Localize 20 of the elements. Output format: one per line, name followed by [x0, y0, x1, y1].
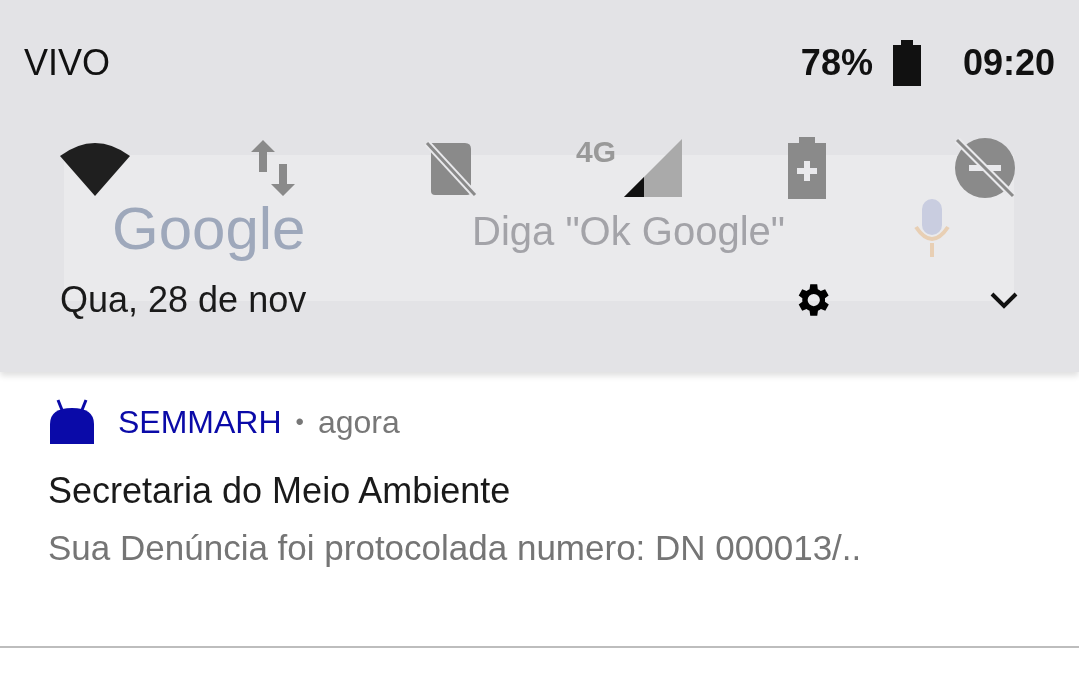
no-sim-icon[interactable]: [423, 138, 479, 197]
google-logo: Google: [112, 199, 307, 259]
notification-text: Sua Denúncia foi protocolada numero: DN 000013/..: [48, 528, 863, 568]
app-name: SEMMARH: [118, 403, 282, 441]
android-icon: [48, 398, 96, 446]
notification-title: Secretaria do Meio Ambiente: [48, 470, 512, 512]
notification-time: agora: [317, 403, 400, 441]
date-label: Qua, 28 de nov: [60, 279, 308, 321]
battery-plus-icon[interactable]: [788, 136, 826, 199]
microphone-icon: [914, 199, 950, 257]
battery-icon: [892, 39, 921, 86]
search-hint: Diga "Ok Google": [472, 211, 786, 251]
expand-chevron-icon[interactable]: [989, 290, 1019, 310]
separator-dot: •: [295, 408, 304, 436]
carrier-name: VIVO: [24, 41, 111, 84]
do-not-disturb-off-icon[interactable]: [953, 135, 1017, 200]
battery-percent: 78%: [800, 41, 873, 84]
notification-card[interactable]: SEMMARH • agora Secretaria do Meio Ambiente Sua Denúncia foi protocolada numero: DN 000013/..: [0, 372, 1079, 612]
data-arrows-icon[interactable]: [251, 139, 295, 196]
clock-time: 09:20: [962, 41, 1055, 84]
